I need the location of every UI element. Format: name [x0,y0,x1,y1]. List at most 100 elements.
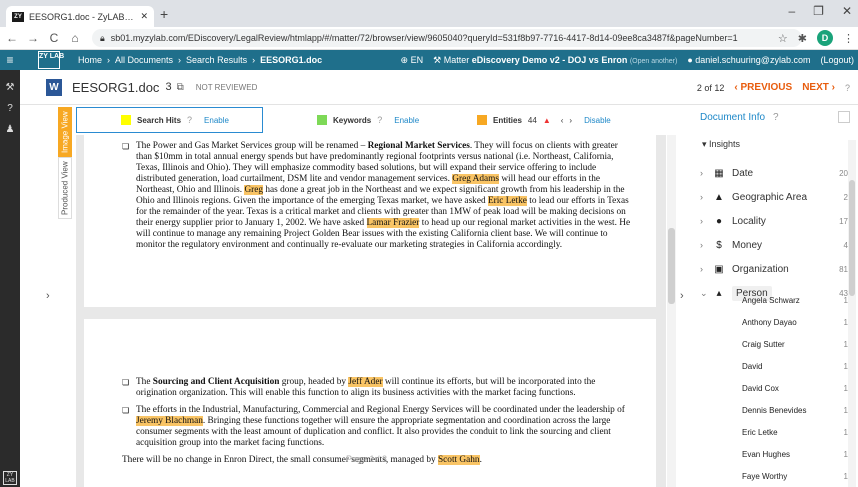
globe-icon: ⊕ [400,54,409,65]
person-entity-item[interactable]: Faye Worthy 1 [742,465,848,487]
person-entity-item[interactable]: David 1 [742,355,848,377]
entity-highlight[interactable]: Scott Gahn [438,455,480,465]
document-info-panel: Document Info ? ▾ Insights › ▦ Date 20 › ▲ Geo… [690,105,858,487]
chevron-down-icon[interactable]: ⌄ [700,288,712,299]
user-menu[interactable]: ● daniel.schuuring@zylab.com [687,55,810,65]
browser-tab-title: EESORG1.doc - ZyLAB ONE eDisc [29,11,135,22]
chevron-right-icon[interactable]: › [700,216,712,226]
person-name: Eric Letke [742,427,778,437]
breadcrumb: Home › All Documents › Search Results › … [78,55,322,65]
facet-label: Geographic Area [732,192,844,203]
facet-name: Money [732,239,763,251]
open-another-link[interactable]: (Open another) [630,58,677,65]
text-bold: Regional Market Services [367,141,470,151]
facet-money[interactable]: › $ Money 4 [700,233,848,257]
new-tab-icon[interactable]: + [160,6,168,22]
zylab-logo[interactable]: ZY LAB [38,51,64,69]
entity-highlight[interactable]: Jeff Ader [348,377,383,387]
facet-organization[interactable]: › ▣ Organization 81 [700,257,848,281]
review-status[interactable]: NOT REVIEWED [196,83,258,92]
close-window-icon[interactable]: ✕ [842,4,852,18]
entity-highlight[interactable]: Lamar Frazier [366,218,420,228]
entity-highlight[interactable]: Greg Adams [452,174,499,184]
copy-icon[interactable]: ⧉ [177,82,184,93]
expand-left-chevron-icon[interactable]: › [46,290,50,302]
search-hits-section: Search Hits ? Enable [76,107,263,133]
breadcrumb-all-documents[interactable]: All Documents [115,55,173,65]
bookmark-star-icon[interactable]: ☆ [778,32,788,45]
insights-header[interactable]: ▾ Insights [702,139,740,150]
profile-avatar[interactable]: D [817,30,833,46]
back-icon[interactable]: ← [3,31,21,45]
breadcrumb-home[interactable]: Home [78,55,102,65]
person-name: David Cox [742,383,779,393]
help-icon[interactable]: ? [845,83,850,93]
chevron-right-icon[interactable]: › [700,264,712,274]
previous-button[interactable]: ‹ PREVIOUS [734,82,792,93]
person-entity-item[interactable]: Craig Sutter 1 [742,333,848,355]
document-viewer[interactable]: The Power and Gas Market Services group … [76,135,666,487]
search-hits-help-icon[interactable]: ? [187,115,192,125]
entities-disable-link[interactable]: Disable [584,116,611,125]
panel-scrollbar[interactable] [848,140,856,487]
language-selector[interactable]: ⊕ EN [401,55,424,66]
facet-name: Geographic Area [732,191,808,203]
chevron-right-icon[interactable]: › [700,168,712,178]
collapse-panel-chevron-icon[interactable]: › [680,290,684,302]
close-tab-icon[interactable]: ✕ [140,11,148,22]
document-scroll-thumb[interactable] [668,228,675,304]
document-paragraph: The Power and Gas Market Services group … [122,141,632,251]
facet-date[interactable]: › ▦ Date 20 [700,161,848,185]
breadcrumb-search-results[interactable]: Search Results [186,55,247,65]
hit-highlight-bar: Search Hits ? Enable Keywords ? Enable E… [76,107,664,133]
previous-hit-icon[interactable]: ‹ [561,116,564,125]
next-button[interactable]: NEXT › [802,82,835,93]
maximize-icon[interactable]: ❐ [813,4,824,18]
expand-panel-icon[interactable] [838,111,850,123]
document-scrollbar[interactable] [667,135,676,487]
person-entity-item[interactable]: Eric Letke 1 [742,421,848,443]
extensions-icon[interactable]: ✱ [798,32,807,45]
person-entity-item[interactable]: Anthony Dayao 1 [742,311,848,333]
home-icon[interactable]: ⌂ [66,31,84,45]
panel-help-icon[interactable]: ? [773,112,779,123]
chevron-right-icon[interactable]: › [700,192,712,202]
tab-image-view[interactable]: Image View [58,107,72,157]
person-entity-item[interactable]: Evan Hughes 1 [742,443,848,465]
help-circle-icon[interactable]: ? [7,103,13,114]
word-document-icon: W [46,78,62,96]
logout-link[interactable]: (Logout) [820,55,854,65]
forward-icon[interactable]: → [24,31,42,45]
users-icon[interactable]: ♟ [6,124,15,135]
hammer-icon[interactable]: ⚒ [6,82,15,93]
url-field[interactable]: 🔒︎ sb01.myzylab.com/EDiscovery/LegalRevi… [92,29,802,47]
keywords-enable-link[interactable]: Enable [394,116,419,125]
entities-count: 44 [527,115,537,125]
facet-geographic-area[interactable]: › ▲ Geographic Area 2 [700,185,848,209]
url-text: sb01.myzylab.com/EDiscovery/LegalReview/… [110,33,738,43]
search-hits-enable-link[interactable]: Enable [204,116,229,125]
keywords-label: Keywords [333,115,372,125]
person-entity-item[interactable]: David Cox 1 [742,377,848,399]
panel-title-label: Document Info [700,112,766,123]
matter-selector[interactable]: ⚒ Matter eDiscovery Demo v2 - DOJ vs Enr… [433,55,677,66]
minimize-icon[interactable]: – [788,4,795,18]
browser-tab[interactable]: ZY EESORG1.doc - ZyLAB ONE eDisc ✕ [6,6,154,27]
facet-locality[interactable]: › ● Locality 17 [700,209,848,233]
entity-highlight[interactable]: Eric Letke [487,196,527,206]
zylab-favicon-icon: ZY [12,11,24,22]
facet-label: Money [732,240,844,251]
entity-highlight[interactable]: Jeremy Blachman [136,416,203,426]
panel-scroll-thumb[interactable] [849,180,855,296]
person-entity-item[interactable]: Angela Schwarz 1 [742,289,848,311]
tab-produced-view[interactable]: Produced View [58,157,72,219]
calendar-icon: ▦ [714,167,724,179]
next-hit-icon[interactable]: › [569,116,572,125]
browser-menu-icon[interactable]: ⋮ [843,32,854,45]
hamburger-menu-icon[interactable]: ≡ [0,53,20,67]
person-entity-item[interactable]: Dennis Benevides 1 [742,399,848,421]
keywords-help-icon[interactable]: ? [377,115,382,125]
reload-icon[interactable]: C [45,31,63,45]
chevron-right-icon[interactable]: › [700,240,712,250]
entity-highlight[interactable]: Greg [244,185,264,195]
